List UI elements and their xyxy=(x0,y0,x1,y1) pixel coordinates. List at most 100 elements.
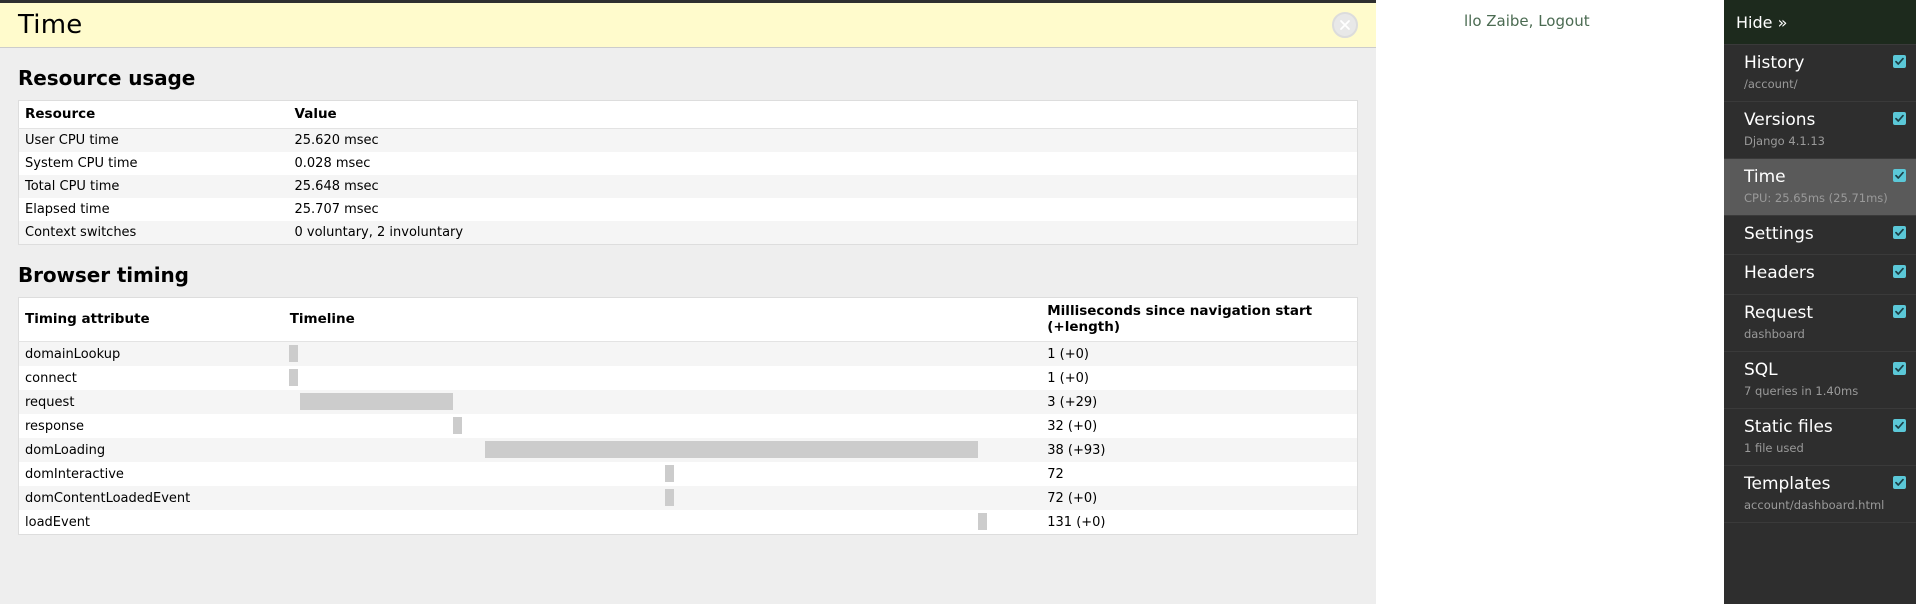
milliseconds-cell: 1 (+0) xyxy=(1047,370,1089,386)
resource-name-cell: User CPU time xyxy=(25,133,119,148)
toolbar-item-label: Headers xyxy=(1744,263,1815,284)
toolbar-item-subtitle: CPU: 25.65ms (25.71ms) xyxy=(1744,192,1888,206)
toolbar-item-request[interactable]: Request dashboard xyxy=(1724,295,1916,352)
table-row: Total CPU time 25.648 msec xyxy=(18,175,1358,198)
toolbar-item-templates[interactable]: Templates account/dashboard.html xyxy=(1724,466,1916,523)
timeline-track xyxy=(284,390,1042,414)
toolbar-item-static-files[interactable]: Static files 1 file used xyxy=(1724,409,1916,466)
time-panel: Time Resource usage Resource Value User … xyxy=(0,0,1376,604)
toolbar-item-checkbox[interactable] xyxy=(1893,304,1906,318)
close-icon[interactable] xyxy=(1332,12,1358,38)
resource-value-cell: 25.707 msec xyxy=(294,202,379,217)
timeline-bar xyxy=(288,345,298,362)
timeline-cell xyxy=(284,366,1042,390)
table-row: Elapsed time 25.707 msec xyxy=(18,198,1358,221)
timeline-bar xyxy=(484,441,978,458)
browser-timing-heading: Browser timing xyxy=(18,263,189,287)
toolbar-item-headers[interactable]: Headers xyxy=(1724,255,1916,295)
timeline-bar xyxy=(977,513,987,530)
resource-name-cell: Total CPU time xyxy=(25,179,120,194)
toolbar-item-label: Static files xyxy=(1744,416,1833,437)
table-row: request 3 (+29) xyxy=(18,390,1358,414)
toolbar-item-settings[interactable]: Settings xyxy=(1724,216,1916,256)
toolbar-panel-list: History/account/Versions Django 4.1.13 Tim… xyxy=(1724,45,1916,523)
resource-value-cell: 25.620 msec xyxy=(294,133,379,148)
toolbar-item-label: Time xyxy=(1744,167,1786,188)
timing-attribute-cell: domContentLoadedEvent xyxy=(25,490,191,506)
toolbar-item-checkbox[interactable] xyxy=(1893,226,1906,240)
resource-name-cell: Context switches xyxy=(25,225,137,240)
column-header-timeline: Timeline xyxy=(283,297,1042,342)
column-header-resource: Resource xyxy=(18,100,289,129)
browser-timing-table: Timing attribute Timeline Milliseconds s… xyxy=(18,297,1358,535)
page-title: Time xyxy=(18,10,83,40)
table-row: Context switches 0 voluntary, 2 involunta… xyxy=(18,221,1358,245)
resource-name-cell: Elapsed time xyxy=(25,202,110,217)
django-debug-toolbar: Hide » History/account/Versions Django 4.… xyxy=(1724,0,1916,604)
timeline-cell xyxy=(284,390,1042,414)
hide-toolbar-button[interactable]: Hide » xyxy=(1736,13,1787,32)
toolbar-item-time[interactable]: Time CPU: 25.65ms (25.71ms) xyxy=(1724,159,1916,217)
milliseconds-cell: 72 xyxy=(1047,466,1064,482)
resource-value-cell: 0.028 msec xyxy=(294,156,371,171)
table-header-row: Resource Value xyxy=(18,100,1358,129)
toolbar-item-subtitle: 1 file used xyxy=(1744,441,1804,455)
toolbar-item-checkbox[interactable] xyxy=(1893,265,1906,279)
timing-attribute-cell: connect xyxy=(25,370,77,386)
toolbar-item-label: Settings xyxy=(1744,224,1814,245)
resource-usage-heading: Resource usage xyxy=(18,66,196,90)
timeline-track xyxy=(284,414,1042,438)
toolbar-item-label: Versions xyxy=(1744,110,1816,131)
toolbar-item-subtitle: Django 4.1.13 xyxy=(1744,135,1825,149)
timeline-track xyxy=(284,510,1042,534)
toolbar-item-label: History xyxy=(1744,53,1805,73)
table-header-row: Timing attribute Timeline Milliseconds s… xyxy=(18,297,1358,342)
timeline-cell xyxy=(284,438,1042,462)
timeline-track xyxy=(284,342,1042,366)
milliseconds-cell: 1 (+0) xyxy=(1047,346,1089,362)
timeline-cell xyxy=(284,342,1042,367)
milliseconds-cell: 3 (+29) xyxy=(1047,394,1098,410)
resource-usage-table: Resource Value User CPU time 25.620 msec S… xyxy=(18,100,1358,245)
toolbar-item-subtitle: 7 queries in 1.40ms xyxy=(1744,384,1859,398)
table-row: domInteractive 72 xyxy=(18,462,1358,486)
toolbar-item-checkbox[interactable] xyxy=(1893,112,1906,126)
toolbar-item-label: Request xyxy=(1744,302,1814,323)
milliseconds-cell: 32 (+0) xyxy=(1047,418,1098,434)
toolbar-item-checkbox[interactable] xyxy=(1893,475,1906,489)
table-row: User CPU time 25.620 msec xyxy=(18,128,1358,152)
greeting-text: llo Zaibe, xyxy=(1464,12,1534,30)
timeline-bar xyxy=(453,417,463,434)
table-row: domainLookup 1 (+0) xyxy=(18,341,1358,367)
timeline-bar xyxy=(665,465,675,482)
timing-attribute-cell: request xyxy=(25,394,75,410)
toolbar-item-checkbox[interactable] xyxy=(1893,361,1906,375)
toolbar-item-subtitle: account/dashboard.html xyxy=(1744,499,1885,513)
resource-value-cell: 0 voluntary, 2 involuntary xyxy=(294,225,464,240)
timing-attribute-cell: loadEvent xyxy=(25,514,91,530)
toolbar-item-sql[interactable]: SQL 7 queries in 1.40ms xyxy=(1724,352,1916,409)
toolbar-item-checkbox[interactable] xyxy=(1893,55,1906,68)
toolbar-item-checkbox[interactable] xyxy=(1893,418,1906,432)
toolbar-item-history[interactable]: History/account/ xyxy=(1724,45,1916,103)
toolbar-item-versions[interactable]: Versions Django 4.1.13 xyxy=(1724,102,1916,160)
timeline-cell xyxy=(284,510,1042,535)
column-header-timing-attribute: Timing attribute xyxy=(18,297,284,342)
browser-timing-body: domainLookup 1 (+0) connect 1 (+0) request 3 … xyxy=(18,341,1358,535)
logout-link[interactable]: Logout xyxy=(1538,12,1589,30)
timeline-track xyxy=(284,486,1042,510)
table-row: domLoading 38 (+93) xyxy=(18,438,1358,462)
panel-title-bar: Time xyxy=(0,3,1376,48)
milliseconds-cell: 131 (+0) xyxy=(1047,514,1106,530)
timeline-cell xyxy=(284,462,1042,486)
toolbar-header: Hide » xyxy=(1724,0,1916,45)
panel-content: Resource usage Resource Value User CPU t… xyxy=(0,66,1376,553)
timeline-track xyxy=(284,438,1042,462)
toolbar-item-checkbox[interactable] xyxy=(1893,169,1906,183)
timing-attribute-cell: response xyxy=(25,418,85,434)
timing-attribute-cell: domInteractive xyxy=(25,466,124,482)
table-row: System CPU time 0.028 msec xyxy=(18,152,1358,175)
milliseconds-cell: 72 (+0) xyxy=(1047,490,1098,506)
toolbar-item-subtitle: dashboard xyxy=(1744,327,1805,341)
column-header-value: Value xyxy=(288,100,1358,129)
